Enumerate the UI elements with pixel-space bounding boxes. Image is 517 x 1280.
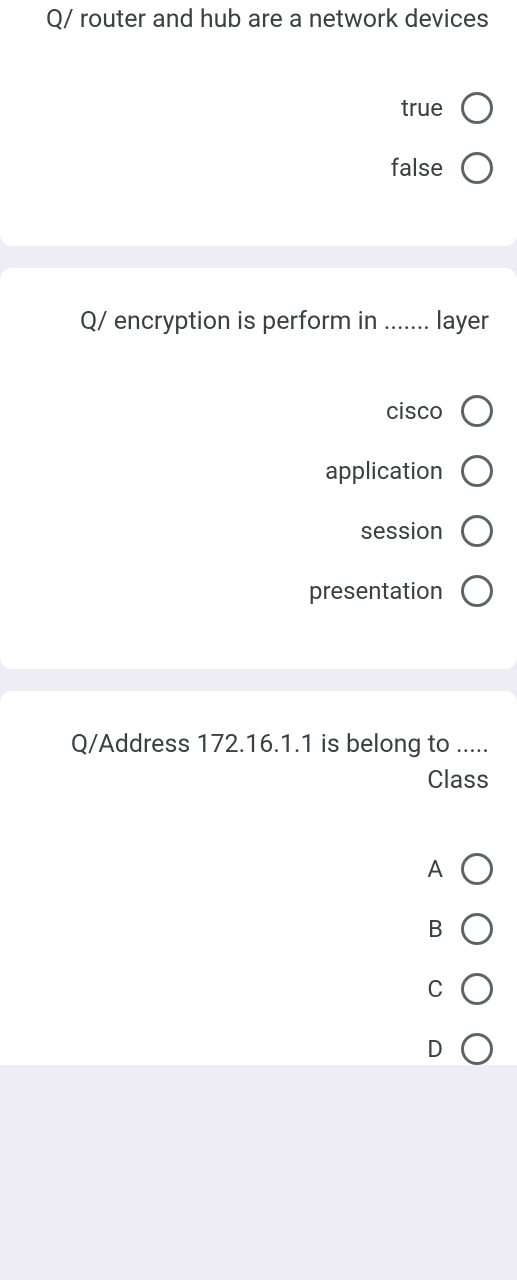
option-row[interactable]: C <box>12 959 493 1019</box>
radio-icon[interactable] <box>461 92 493 124</box>
options-group: A B C D <box>0 809 517 1065</box>
option-row[interactable]: true <box>12 78 493 138</box>
radio-icon[interactable] <box>461 973 493 1005</box>
option-row[interactable]: false <box>12 138 493 198</box>
radio-icon[interactable] <box>461 1033 493 1065</box>
radio-icon[interactable] <box>461 913 493 945</box>
radio-icon[interactable] <box>461 152 493 184</box>
option-row[interactable]: B <box>12 899 493 959</box>
option-row[interactable]: session <box>12 501 493 561</box>
question-text: Q/Address 172.16.1.1 is belong to ..... … <box>0 691 517 810</box>
question-card-2: Q/ encryption is perform in ....... laye… <box>0 268 517 668</box>
radio-icon[interactable] <box>461 395 493 427</box>
option-label: cisco <box>386 397 443 425</box>
question-card-3: Q/Address 172.16.1.1 is belong to ..... … <box>0 691 517 1066</box>
options-group: true false <box>0 48 517 246</box>
option-label: B <box>428 915 443 943</box>
question-text: Q/ router and hub are a network devices <box>0 0 517 48</box>
option-row[interactable]: presentation <box>12 561 493 621</box>
option-label: A <box>427 855 443 883</box>
option-label: C <box>427 975 443 1003</box>
option-row[interactable]: cisco <box>12 381 493 441</box>
option-row[interactable]: A <box>12 839 493 899</box>
radio-icon[interactable] <box>461 515 493 547</box>
option-label: presentation <box>309 577 443 605</box>
question-text: Q/ encryption is perform in ....... laye… <box>0 268 517 350</box>
option-label: D <box>427 1035 443 1063</box>
option-label: false <box>391 154 443 182</box>
radio-icon[interactable] <box>461 455 493 487</box>
option-label: true <box>401 94 443 122</box>
options-group: cisco application session presentation <box>0 351 517 669</box>
option-row[interactable]: application <box>12 441 493 501</box>
radio-icon[interactable] <box>461 575 493 607</box>
option-row[interactable]: D <box>12 1019 493 1065</box>
option-label: session <box>360 517 443 545</box>
option-label: application <box>325 457 443 485</box>
question-card-1: Q/ router and hub are a network devices … <box>0 0 517 246</box>
radio-icon[interactable] <box>461 853 493 885</box>
